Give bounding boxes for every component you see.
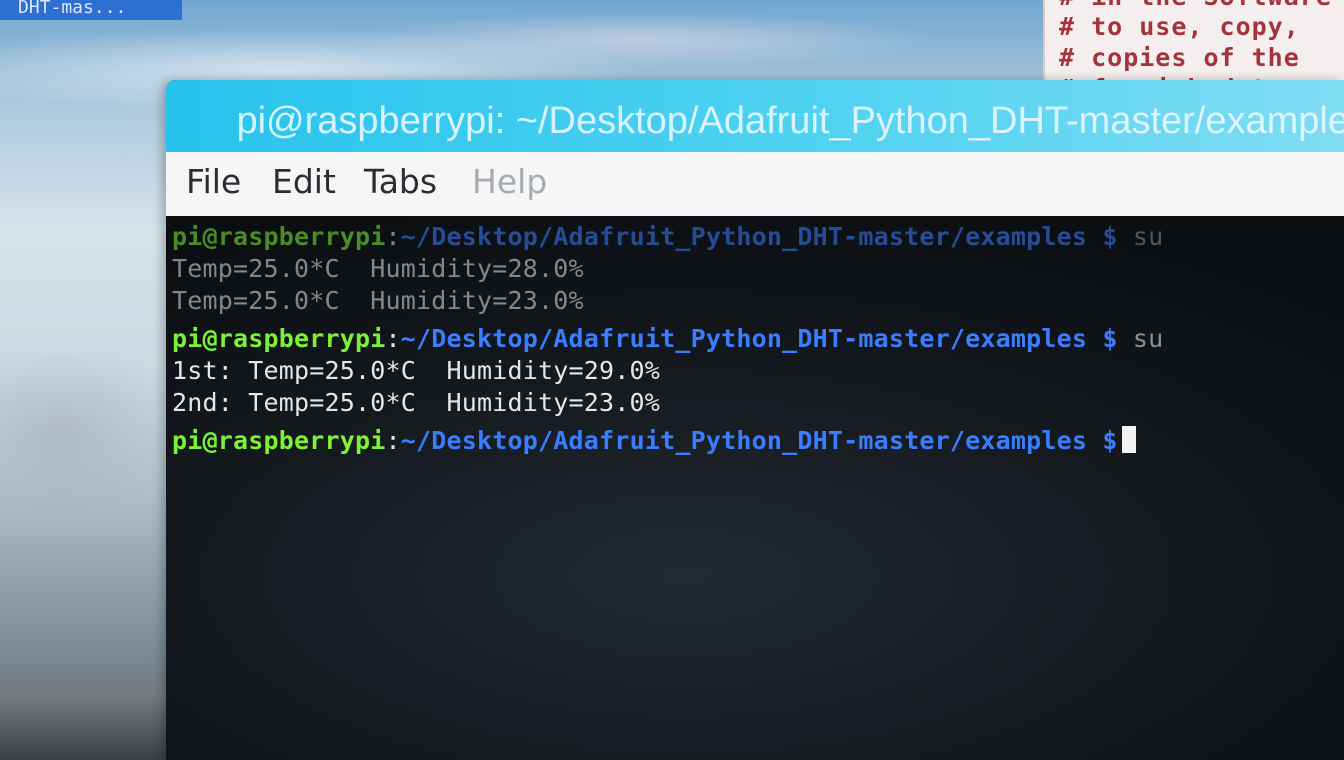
- menu-bar: File Edit Tabs Help: [166, 152, 1344, 216]
- terminal-window[interactable]: pi@raspberrypi: ~/Desktop/Adafruit_Pytho…: [166, 80, 1344, 760]
- desktop-wallpaper-shadow: [0, 690, 170, 760]
- editor-line: # copies of the: [1059, 43, 1300, 72]
- output-line: Temp=25.0*C Humidity=28.0%: [172, 254, 584, 283]
- output-line: Temp=25.0*C Humidity=23.0%: [172, 286, 584, 315]
- prompt-line: pi@raspberrypi:~/Desktop/Adafruit_Python…: [172, 222, 1163, 252]
- editor-line: # in the Software: [1059, 0, 1332, 11]
- prompt-line: pi@raspberrypi:~/Desktop/Adafruit_Python…: [172, 426, 1136, 456]
- background-text-editor[interactable]: # in the Software # to use, copy, # copi…: [1043, 0, 1344, 92]
- prompt-path: ~/Desktop/Adafruit_Python_DHT-master/exa…: [400, 426, 1118, 455]
- prompt-command: su: [1117, 222, 1164, 251]
- prompt-colon: :: [385, 222, 401, 251]
- menu-help[interactable]: Help: [472, 162, 547, 201]
- output-line: 1st: Temp=25.0*C Humidity=29.0%: [172, 356, 661, 385]
- prompt-user: pi@raspberrypi: [172, 426, 386, 455]
- window-titlebar[interactable]: pi@raspberrypi: ~/Desktop/Adafruit_Pytho…: [166, 80, 1344, 152]
- desktop-icon-label[interactable]: DHT-mas...: [0, 0, 182, 20]
- terminal-output-area[interactable]: pi@raspberrypi:~/Desktop/Adafruit_Python…: [166, 216, 1344, 760]
- prompt-command: su: [1117, 324, 1164, 353]
- prompt-path: ~/Desktop/Adafruit_Python_DHT-master/exa…: [400, 324, 1118, 353]
- editor-line: # to use, copy,: [1059, 12, 1300, 41]
- menu-edit[interactable]: Edit: [272, 162, 336, 201]
- prompt-user: pi@raspberrypi: [172, 222, 386, 251]
- menu-file[interactable]: File: [186, 162, 241, 201]
- menu-tabs[interactable]: Tabs: [364, 162, 437, 201]
- prompt-path: ~/Desktop/Adafruit_Python_DHT-master/exa…: [400, 222, 1118, 251]
- text-cursor: [1121, 426, 1136, 453]
- output-line: 2nd: Temp=25.0*C Humidity=23.0%: [172, 388, 661, 417]
- prompt-line: pi@raspberrypi:~/Desktop/Adafruit_Python…: [172, 324, 1163, 354]
- window-title: pi@raspberrypi: ~/Desktop/Adafruit_Pytho…: [236, 100, 1344, 142]
- prompt-colon: :: [385, 324, 401, 353]
- prompt-user: pi@raspberrypi: [172, 324, 386, 353]
- prompt-colon: :: [385, 426, 401, 455]
